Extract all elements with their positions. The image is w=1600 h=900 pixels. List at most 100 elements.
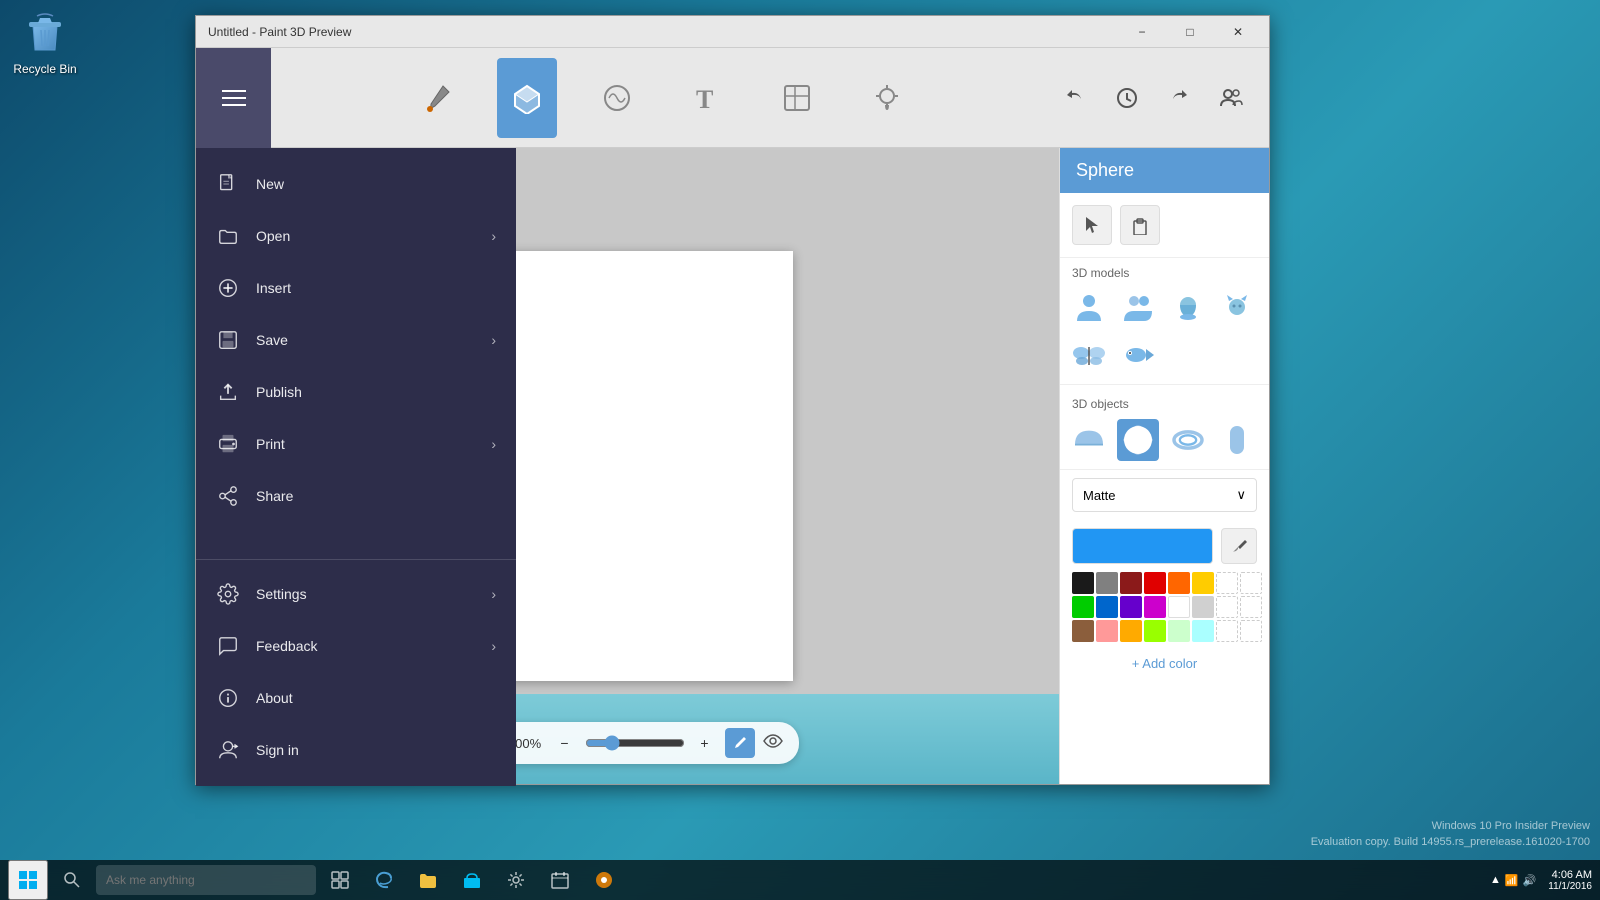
effects-tool-button[interactable] [587,58,647,138]
obj-sphere[interactable] [1117,419,1159,461]
calendar-taskbar-button[interactable] [540,860,580,900]
3d-tool-button[interactable] [497,58,557,138]
color-pink[interactable] [1096,620,1118,642]
edge-taskbar-button[interactable] [364,860,404,900]
zoom-slider[interactable] [585,735,685,751]
zoom-in-button[interactable]: + [693,731,717,755]
color-empty1[interactable] [1216,572,1238,594]
window-controls: − □ ✕ [1119,16,1261,48]
color-amber[interactable] [1120,620,1142,642]
color-lightgreen[interactable] [1168,620,1190,642]
groove-taskbar-button[interactable] [584,860,624,900]
minimize-button[interactable]: − [1119,16,1165,48]
color-purple[interactable] [1120,596,1142,618]
color-empty4[interactable] [1240,596,1262,618]
model-item-3[interactable] [1167,288,1209,330]
menu-item-signin[interactable]: Sign in [196,724,516,776]
model-item-2[interactable] [1117,288,1159,330]
store-icon [462,870,482,890]
color-blue[interactable] [1096,596,1118,618]
color-empty3[interactable] [1216,596,1238,618]
cursor-tool-button[interactable] [1072,205,1112,245]
undo-button[interactable] [1053,76,1097,120]
color-darkred[interactable] [1120,572,1142,594]
color-red[interactable] [1144,572,1166,594]
obj-capsule[interactable] [1216,419,1258,461]
color-preview[interactable] [1072,528,1213,564]
publish-icon [216,380,240,404]
color-green[interactable] [1072,596,1094,618]
obj-torus[interactable] [1167,419,1209,461]
hamburger-line [222,104,246,106]
menu-item-print[interactable]: Print › [196,418,516,470]
material-dropdown[interactable]: Matte ∨ [1072,478,1257,512]
color-lightgray[interactable] [1192,596,1214,618]
color-black[interactable] [1072,572,1094,594]
color-white[interactable] [1168,596,1190,618]
network-icon: 📶 [1505,874,1519,887]
menu-signin-label: Sign in [256,742,299,758]
menu-item-insert[interactable]: Insert [196,262,516,314]
save-icon [216,328,240,352]
menu-item-save[interactable]: Save › [196,314,516,366]
menu-item-about[interactable]: About [196,672,516,724]
capsule-icon [1216,419,1258,461]
lighting-icon [871,82,903,114]
taskbar-clock[interactable]: 4:06 AM 11/1/2016 [1548,869,1592,892]
color-empty5[interactable] [1216,620,1238,642]
task-view-button[interactable] [320,860,360,900]
insert-icon [216,276,240,300]
systray-expand[interactable]: ▲ [1490,874,1501,886]
eyedropper-button[interactable] [1221,528,1257,564]
panel-title: Sphere [1076,160,1134,180]
canvas-tool-button[interactable] [767,58,827,138]
model-item-4[interactable] [1216,288,1258,330]
color-magenta[interactable] [1144,596,1166,618]
add-color-button[interactable]: + Add color [1072,646,1257,681]
obj-dome[interactable] [1068,419,1110,461]
lighting-tool-button[interactable] [857,58,917,138]
view-mode-button[interactable] [763,733,783,754]
menu-item-new[interactable]: New [196,158,516,210]
model-item-1[interactable] [1068,288,1110,330]
settings-icon [216,582,240,606]
zoom-out-button[interactable]: − [553,731,577,755]
color-brown[interactable] [1072,620,1094,642]
close-button[interactable]: ✕ [1215,16,1261,48]
start-button[interactable] [8,860,48,900]
color-orange[interactable] [1168,572,1190,594]
brush-tool-button[interactable] [407,58,467,138]
main-content: New Open › [196,148,1269,784]
settings-taskbar-button[interactable] [496,860,536,900]
menu-publish-label: Publish [256,384,302,400]
redo-clock-button[interactable] [1105,76,1149,120]
color-cyan[interactable] [1192,620,1214,642]
menu-item-settings[interactable]: Settings › [196,568,516,620]
maximize-button[interactable]: □ [1167,16,1213,48]
taskbar-right: ▲ 📶 🔊 4:06 AM 11/1/2016 [1482,869,1592,892]
edit-mode-button[interactable] [725,728,755,758]
taskbar-search-input[interactable] [96,865,316,895]
explorer-taskbar-button[interactable] [408,860,448,900]
model-item-5[interactable] [1068,334,1110,376]
redo-button[interactable] [1157,76,1201,120]
color-chartreuse[interactable] [1144,620,1166,642]
recycle-bin-icon[interactable]: Recycle Bin [10,10,80,76]
text-tool-button[interactable]: T [677,58,737,138]
panel-header: Sphere [1060,148,1269,193]
color-empty6[interactable] [1240,620,1262,642]
menu-item-share[interactable]: Share [196,470,516,522]
search-button[interactable] [52,860,92,900]
model-item-6[interactable] [1117,334,1159,376]
menu-new-label: New [256,176,284,192]
hamburger-button[interactable] [196,48,271,148]
users-button[interactable] [1209,76,1253,120]
paste-tool-button[interactable] [1120,205,1160,245]
menu-item-feedback[interactable]: Feedback › [196,620,516,672]
menu-item-open[interactable]: Open › [196,210,516,262]
menu-item-publish[interactable]: Publish [196,366,516,418]
color-empty2[interactable] [1240,572,1262,594]
color-gray[interactable] [1096,572,1118,594]
store-taskbar-button[interactable] [452,860,492,900]
color-yellow[interactable] [1192,572,1214,594]
